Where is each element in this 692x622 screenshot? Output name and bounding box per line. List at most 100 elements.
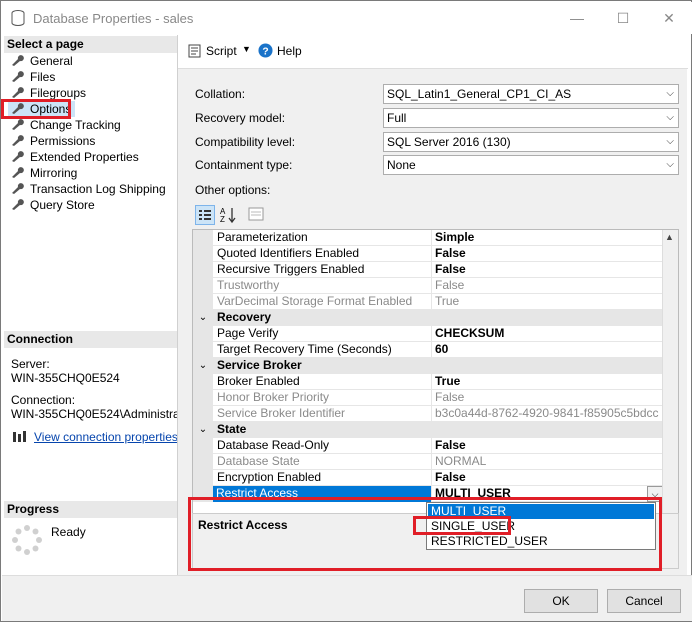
- recovery-model-select[interactable]: Full ⌵: [383, 108, 679, 128]
- grid-property-row[interactable]: VarDecimal Storage Format Enabled True: [193, 294, 663, 310]
- grid-property-row[interactable]: Service Broker Identifier b3c0a44d-8762-4…: [193, 406, 663, 422]
- row-gutter: [193, 454, 213, 470]
- alphabetical-sort-icon: AZ: [220, 207, 236, 224]
- categorized-icon: [199, 210, 211, 220]
- sidebar-item-filegroups[interactable]: Filegroups: [10, 85, 86, 101]
- sidebar-item-transaction-log-shipping[interactable]: Transaction Log Shipping: [10, 181, 166, 197]
- row-gutter: [193, 262, 213, 278]
- grid-category-row[interactable]: ⌄ State: [193, 422, 663, 438]
- dropdown-option-single-user[interactable]: SINGLE_USER: [428, 519, 654, 534]
- grid-property-row[interactable]: Broker Enabled True: [193, 374, 663, 390]
- property-value[interactable]: 60: [431, 342, 663, 358]
- right-pane: Script ▼ ? Help Collation: SQL_Latin1_Ge…: [177, 35, 688, 575]
- collapse-chevron-icon[interactable]: ⌄: [193, 422, 213, 438]
- sidebar-item-change-tracking[interactable]: Change Tracking: [10, 117, 121, 133]
- sidebar-item-query-store[interactable]: Query Store: [10, 197, 95, 213]
- grid-property-row[interactable]: Database Read-Only False: [193, 438, 663, 454]
- grid-property-row[interactable]: Honor Broker Priority False: [193, 390, 663, 406]
- property-name: Parameterization: [217, 230, 308, 244]
- wrench-icon: [12, 103, 24, 114]
- sidebar-item-extended-properties[interactable]: Extended Properties: [10, 149, 139, 165]
- script-button[interactable]: Script: [206, 44, 237, 58]
- row-gutter: [193, 374, 213, 390]
- grid-property-row[interactable]: Quoted Identifiers Enabled False: [193, 246, 663, 262]
- database-icon: [11, 10, 25, 26]
- help-icon[interactable]: ?: [258, 43, 273, 58]
- property-name: Recursive Triggers Enabled: [217, 262, 365, 276]
- wrench-icon: [12, 199, 24, 210]
- property-value[interactable]: False: [431, 278, 663, 294]
- property-value[interactable]: True: [431, 374, 663, 390]
- grid-property-row[interactable]: Restrict Access MULTI_USER ⌵: [193, 486, 663, 502]
- grid-category-row[interactable]: ⌄ Service Broker: [193, 358, 663, 374]
- property-pages-icon: [248, 207, 264, 221]
- categorized-button[interactable]: [195, 205, 215, 225]
- sidebar-item-permissions[interactable]: Permissions: [10, 133, 95, 149]
- maximize-button[interactable]: ☐: [600, 6, 646, 30]
- script-dropdown-icon[interactable]: ▼: [242, 44, 251, 54]
- property-name: Service Broker: [217, 358, 302, 372]
- cancel-button[interactable]: Cancel: [607, 589, 681, 613]
- wrench-icon: [12, 87, 24, 98]
- sidebar-item-files[interactable]: Files: [10, 69, 55, 85]
- ok-button[interactable]: OK: [524, 589, 598, 613]
- progress-header: Progress: [4, 501, 177, 518]
- property-value[interactable]: NORMAL: [431, 454, 663, 470]
- grid-property-row[interactable]: Page Verify CHECKSUM: [193, 326, 663, 342]
- property-name: Restrict Access: [213, 486, 431, 502]
- property-value[interactable]: True: [431, 294, 663, 310]
- containment-type-label: Containment type:: [195, 158, 293, 172]
- sidebar-item-label: Files: [30, 70, 56, 84]
- property-value[interactable]: False: [431, 470, 663, 486]
- property-value[interactable]: False: [431, 390, 663, 406]
- minimize-button[interactable]: —: [554, 6, 600, 30]
- row-gutter: [193, 230, 213, 246]
- property-name: Quoted Identifiers Enabled: [217, 246, 360, 260]
- property-value[interactable]: MULTI_USER: [431, 486, 663, 502]
- collation-select[interactable]: SQL_Latin1_General_CP1_CI_AS ⌵: [383, 84, 679, 104]
- alphabetical-button[interactable]: AZ: [218, 205, 238, 225]
- collapse-chevron-icon[interactable]: ⌄: [193, 358, 213, 374]
- view-connection-properties-link[interactable]: View connection properties: [34, 430, 178, 444]
- scroll-up-icon[interactable]: ▲: [665, 232, 674, 242]
- restrict-access-dropdown[interactable]: MULTI_USER SINGLE_USER RESTRICTED_USER: [426, 502, 656, 550]
- compatibility-level-select[interactable]: SQL Server 2016 (130) ⌵: [383, 132, 679, 152]
- select-page-header: Select a page: [4, 36, 177, 53]
- grid-property-row[interactable]: Encryption Enabled False: [193, 470, 663, 486]
- property-value[interactable]: b3c0a44d-8762-4920-9841-f85905c5bdcc: [431, 406, 663, 422]
- grid-property-row[interactable]: Trustworthy False: [193, 278, 663, 294]
- connection-properties-icon: [13, 431, 26, 442]
- property-name: Broker Enabled: [217, 374, 300, 388]
- database-properties-window: Database Properties - sales — ☐ ✕ Select…: [0, 0, 692, 622]
- row-gutter: [193, 486, 213, 502]
- sidebar-item-general[interactable]: General: [10, 53, 73, 69]
- sidebar-item-label: Mirroring: [30, 166, 78, 180]
- property-value[interactable]: CHECKSUM: [431, 326, 663, 342]
- sidebar-item-mirroring[interactable]: Mirroring: [10, 165, 77, 181]
- row-gutter: [193, 278, 213, 294]
- dropdown-option-multi-user[interactable]: MULTI_USER: [428, 504, 654, 519]
- grid-scrollbar[interactable]: ▲: [662, 230, 678, 518]
- property-name: Page Verify: [217, 326, 279, 340]
- property-value[interactable]: False: [431, 262, 663, 278]
- property-value[interactable]: False: [431, 438, 663, 454]
- sidebar-item-label: Extended Properties: [30, 150, 139, 164]
- grid-property-row[interactable]: Target Recovery Time (Seconds) 60: [193, 342, 663, 358]
- grid-property-row[interactable]: Database State NORMAL: [193, 454, 663, 470]
- sidebar-item-options[interactable]: Options: [8, 101, 76, 117]
- row-gutter: [193, 326, 213, 342]
- property-name: Trustworthy: [217, 278, 280, 292]
- property-value[interactable]: False: [431, 246, 663, 262]
- collapse-chevron-icon[interactable]: ⌄: [193, 310, 213, 326]
- containment-type-select[interactable]: None ⌵: [383, 155, 679, 175]
- grid-property-row[interactable]: Recursive Triggers Enabled False: [193, 262, 663, 278]
- dropdown-option-restricted-user[interactable]: RESTRICTED_USER: [428, 534, 654, 549]
- close-button[interactable]: ✕: [646, 6, 692, 30]
- grid-category-row[interactable]: ⌄ Recovery: [193, 310, 663, 326]
- help-button[interactable]: Help: [277, 44, 302, 58]
- grid-property-row[interactable]: Parameterization Simple: [193, 230, 663, 246]
- property-name: VarDecimal Storage Format Enabled: [217, 294, 413, 308]
- value-dropdown-button[interactable]: ⌵: [647, 486, 663, 502]
- property-value[interactable]: Simple: [431, 230, 663, 246]
- property-pages-button[interactable]: [247, 205, 267, 225]
